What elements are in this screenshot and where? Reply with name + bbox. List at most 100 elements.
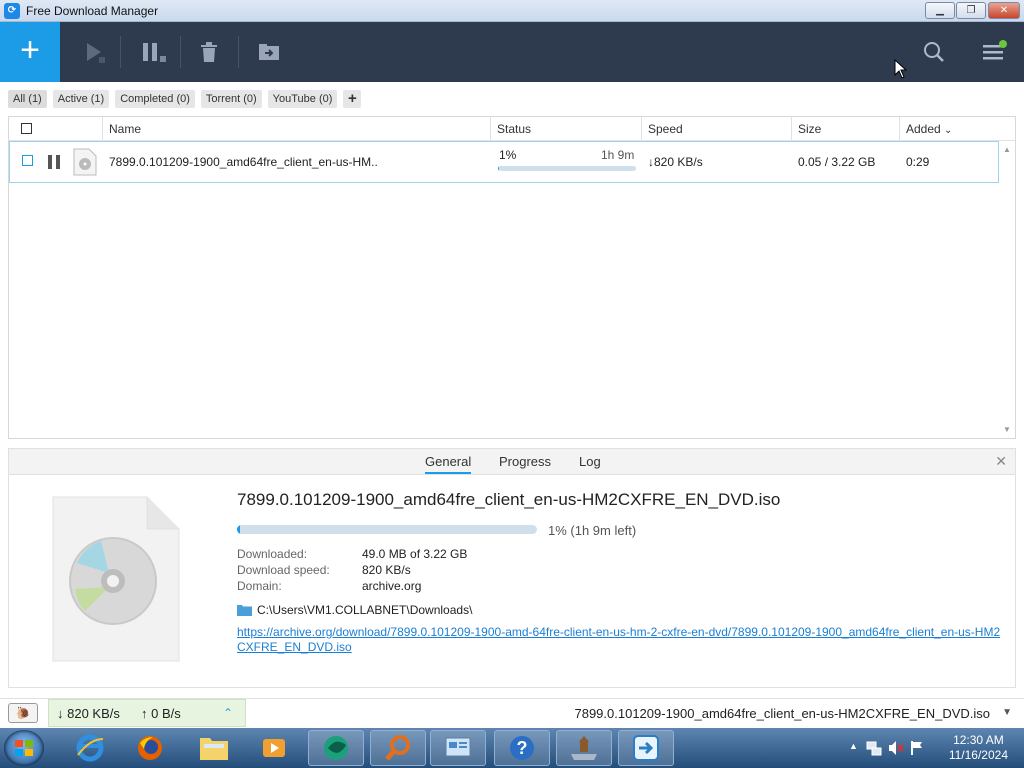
row-checkbox[interactable]	[22, 155, 33, 166]
maximize-button[interactable]: ❐	[956, 2, 986, 19]
row-pause-button[interactable]	[47, 142, 61, 182]
download-folder-path[interactable]: C:\Users\VM1.COLLABNET\Downloads\	[257, 603, 472, 617]
details-progress-text: 1% (1h 9m left)	[548, 523, 637, 538]
speed-mode-button[interactable]: 🐌	[8, 703, 38, 723]
clock-time: 12:30 AM	[953, 733, 1004, 747]
disc-file-icon	[73, 148, 97, 176]
total-upload-speed: ↑ 0 B/s	[141, 706, 181, 721]
list-scrollbar[interactable]: ▲ ▼	[999, 141, 1015, 438]
scroll-up-icon[interactable]: ▲	[1003, 145, 1011, 154]
fdm-icon[interactable]	[618, 730, 674, 766]
main-toolbar: +	[0, 22, 1024, 82]
scroll-down-icon[interactable]: ▼	[1003, 425, 1011, 434]
folder-icon[interactable]	[237, 604, 252, 616]
add-download-button[interactable]: +	[0, 22, 60, 82]
clock-date: 11/16/2024	[948, 748, 1008, 762]
firefox-icon[interactable]	[122, 730, 178, 766]
add-filter-button[interactable]: +	[343, 90, 362, 108]
file-explorer-icon[interactable]	[186, 730, 242, 766]
details-panel: General Progress Log ✕ 7899.0.101209-190…	[8, 448, 1016, 688]
domain-value: archive.org	[362, 579, 422, 593]
minimize-button[interactable]: ▁	[925, 2, 955, 19]
tab-log[interactable]: Log	[579, 454, 601, 469]
chevron-up-icon[interactable]: ⌃	[223, 706, 233, 720]
row-added: 0:29	[906, 155, 930, 169]
pause-button[interactable]	[140, 38, 168, 66]
play-icon	[87, 43, 105, 63]
control-panel-icon[interactable]	[430, 730, 486, 766]
downloaded-label: Downloaded:	[237, 547, 308, 561]
show-hidden-icons-icon[interactable]: ▲	[849, 741, 858, 751]
tab-progress[interactable]: Progress	[499, 454, 551, 469]
system-tray: ▲ 12:30 AM 11/16/2024	[844, 728, 1024, 768]
column-speed[interactable]: Speed	[641, 117, 791, 141]
source-url-link[interactable]: https://archive.org/download/7899.0.1012…	[237, 625, 1007, 655]
speed-summary[interactable]: ↓ 820 KB/s ↑ 0 B/s ⌃	[48, 699, 246, 727]
row-time-left: 1h 9m	[601, 148, 635, 162]
filter-youtube[interactable]: YouTube (0)	[267, 90, 338, 108]
tab-general[interactable]: General	[425, 454, 472, 474]
downloaded-value: 49.0 MB of 3.22 GB	[362, 547, 468, 561]
details-progress-fill	[237, 525, 240, 534]
row-speed: ↓820 KB/s	[648, 155, 703, 169]
search-button[interactable]	[920, 38, 948, 66]
media-player-icon[interactable]	[246, 730, 302, 766]
mouse-cursor-icon	[894, 59, 908, 79]
filter-completed[interactable]: Completed (0)	[115, 90, 195, 108]
volume-muted-icon[interactable]	[888, 740, 904, 756]
details-tabs: General Progress Log ✕	[9, 449, 1015, 475]
filter-tabs: All (1) Active (1) Completed (0) Torrent…	[8, 90, 362, 108]
download-speed-label: Download speed:	[237, 563, 330, 577]
clock[interactable]: 12:30 AM 11/16/2024	[949, 733, 1008, 763]
total-download-speed: ↓ 820 KB/s	[57, 706, 120, 721]
column-added[interactable]: Added ⌄	[899, 117, 999, 141]
chevron-down-icon[interactable]: ▼	[1002, 707, 1012, 718]
resume-button[interactable]	[80, 38, 108, 66]
file-type-icon	[73, 142, 97, 182]
domain-label: Domain:	[237, 579, 282, 593]
menu-icon	[983, 40, 1007, 60]
action-center-flag-icon[interactable]	[910, 740, 924, 756]
help-icon[interactable]: ?	[494, 730, 550, 766]
column-status[interactable]: Status	[490, 117, 641, 141]
select-all-checkbox[interactable]	[21, 123, 32, 134]
fdm-app-icon: ⟳	[4, 3, 20, 19]
window-title: Free Download Manager	[26, 4, 159, 18]
move-button[interactable]	[255, 38, 283, 66]
move-icon	[259, 44, 279, 60]
column-size[interactable]: Size	[791, 117, 899, 141]
status-bar: 🐌 ↓ 820 KB/s ↑ 0 B/s ⌃ 7899.0.101209-190…	[0, 698, 1024, 727]
delete-button[interactable]	[195, 38, 223, 66]
add-icon: +	[20, 31, 40, 69]
download-row[interactable]: 7899.0.101209-1900_amd64fre_client_en-us…	[9, 141, 999, 183]
disc-image-file-icon	[52, 496, 180, 662]
network-icon[interactable]	[866, 740, 882, 756]
row-size: 0.05 / 3.22 GB	[798, 155, 876, 169]
details-filename: 7899.0.101209-1900_amd64fre_client_en-us…	[237, 490, 781, 509]
list-header: Name Status Speed Size Added ⌄	[9, 117, 1015, 141]
sort-desc-icon: ⌄	[944, 125, 953, 136]
internet-explorer-icon[interactable]	[62, 730, 118, 766]
filter-all[interactable]: All (1)	[8, 90, 47, 108]
status-current-file: 7899.0.101209-1900_amd64fre_client_en-us…	[574, 706, 990, 721]
magnifier-icon[interactable]	[370, 730, 426, 766]
installer-icon[interactable]	[556, 730, 612, 766]
row-progress-fill	[498, 166, 500, 171]
row-progress-text: 1%	[499, 148, 517, 162]
filter-torrent[interactable]: Torrent (0)	[200, 90, 262, 108]
window-titlebar: ⟳ Free Download Manager ▁ ❐ ✕	[0, 0, 1024, 22]
os-taskbar: ? ▲ 12:30 AM 11/16/2024	[0, 728, 1024, 768]
filter-active[interactable]: Active (1)	[52, 90, 110, 108]
pause-icon	[143, 43, 166, 62]
menu-button[interactable]	[980, 38, 1008, 66]
svg-text:?: ?	[517, 738, 528, 758]
start-button[interactable]	[4, 730, 44, 766]
windows-logo-icon	[15, 740, 33, 756]
column-name[interactable]: Name	[102, 117, 490, 141]
delete-icon	[201, 42, 217, 62]
app-icon[interactable]	[308, 730, 364, 766]
download-list: Name Status Speed Size Added ⌄ 7899.0.10…	[8, 116, 1016, 439]
pause-icon	[48, 155, 60, 169]
close-details-icon[interactable]: ✕	[995, 453, 1007, 470]
close-button[interactable]: ✕	[988, 2, 1020, 19]
